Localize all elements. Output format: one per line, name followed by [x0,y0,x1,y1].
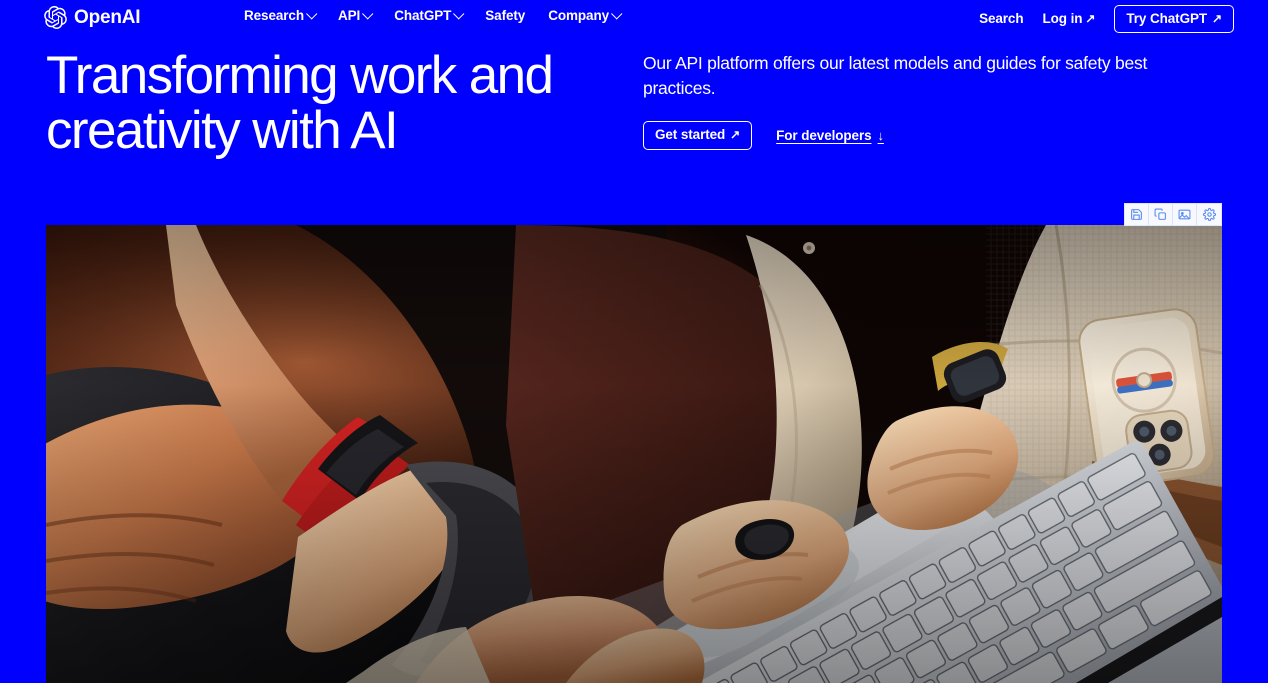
get-started-label: Get started [655,127,726,142]
settings-button[interactable] [1197,204,1221,225]
arrow-up-right-icon: ↗ [1212,11,1222,25]
save-button[interactable] [1125,204,1149,225]
image-toolbar [1124,203,1222,226]
nav-item-safety[interactable]: Safety [485,7,525,25]
nav-item-api[interactable]: API [338,7,374,25]
copy-button[interactable] [1149,204,1173,225]
login-label: Log in [1042,11,1083,26]
copy-icon [1154,208,1167,221]
nav-item-research[interactable]: Research [244,7,318,25]
brand-logo-link[interactable]: OpenAI [44,4,141,30]
hero-section: Transforming work and creativity with AI… [0,44,1268,204]
nav-item-company-label: Company [548,8,610,23]
arrow-up-right-icon: ↗ [730,127,741,142]
page-title: Transforming work and creativity with AI [46,46,554,160]
hero-description: Our API platform offers our latest model… [643,53,1148,98]
image-button[interactable] [1173,204,1197,225]
chevron-down-icon [362,8,374,20]
try-chatgpt-label: Try ChatGPT [1126,11,1208,26]
chevron-down-icon [306,8,318,20]
nav-item-chatgpt[interactable]: ChatGPT [394,7,465,25]
arrow-up-right-icon: ↗ [1085,11,1096,26]
image-icon [1178,208,1191,221]
search-label: Search [979,11,1024,26]
hero-copy-block: Our API platform offers our latest model… [643,51,1223,150]
nav-item-safety-label: Safety [485,8,526,23]
chevron-down-icon [611,8,623,20]
save-icon [1130,208,1143,221]
secondary-nav-links: Search Log in ↗ Try ChatGPT ↗ [979,5,1234,33]
primary-nav-links: Research API ChatGPT Safety Company [244,7,623,25]
nav-item-chatgpt-label: ChatGPT [394,8,452,23]
settings-gear-icon [1202,208,1216,221]
get-started-button[interactable]: Get started ↗ [643,121,753,150]
try-chatgpt-button[interactable]: Try ChatGPT ↗ [1114,5,1234,33]
top-navigation-bar: OpenAI Research API ChatGPT Safety Compa… [0,0,1268,34]
brand-name: OpenAI [74,6,141,28]
openai-logo-icon [44,5,67,29]
for-developers-label: For developers [776,128,872,143]
nav-item-research-label: Research [244,8,304,23]
nav-item-api-label: API [338,8,361,23]
hero-action-row: Get started ↗ For developers ↓ [643,121,1223,150]
search-button[interactable]: Search [979,10,1024,28]
hero-photo-container [46,225,1222,683]
arrow-down-icon: ↓ [877,128,885,143]
chevron-down-icon [453,8,465,20]
login-link[interactable]: Log in ↗ [1043,10,1096,28]
nav-item-company[interactable]: Company [548,7,623,25]
openai-landing-page: OpenAI Research API ChatGPT Safety Compa… [0,0,1268,683]
hero-photo [46,225,1222,683]
for-developers-link[interactable]: For developers ↓ [776,128,884,143]
